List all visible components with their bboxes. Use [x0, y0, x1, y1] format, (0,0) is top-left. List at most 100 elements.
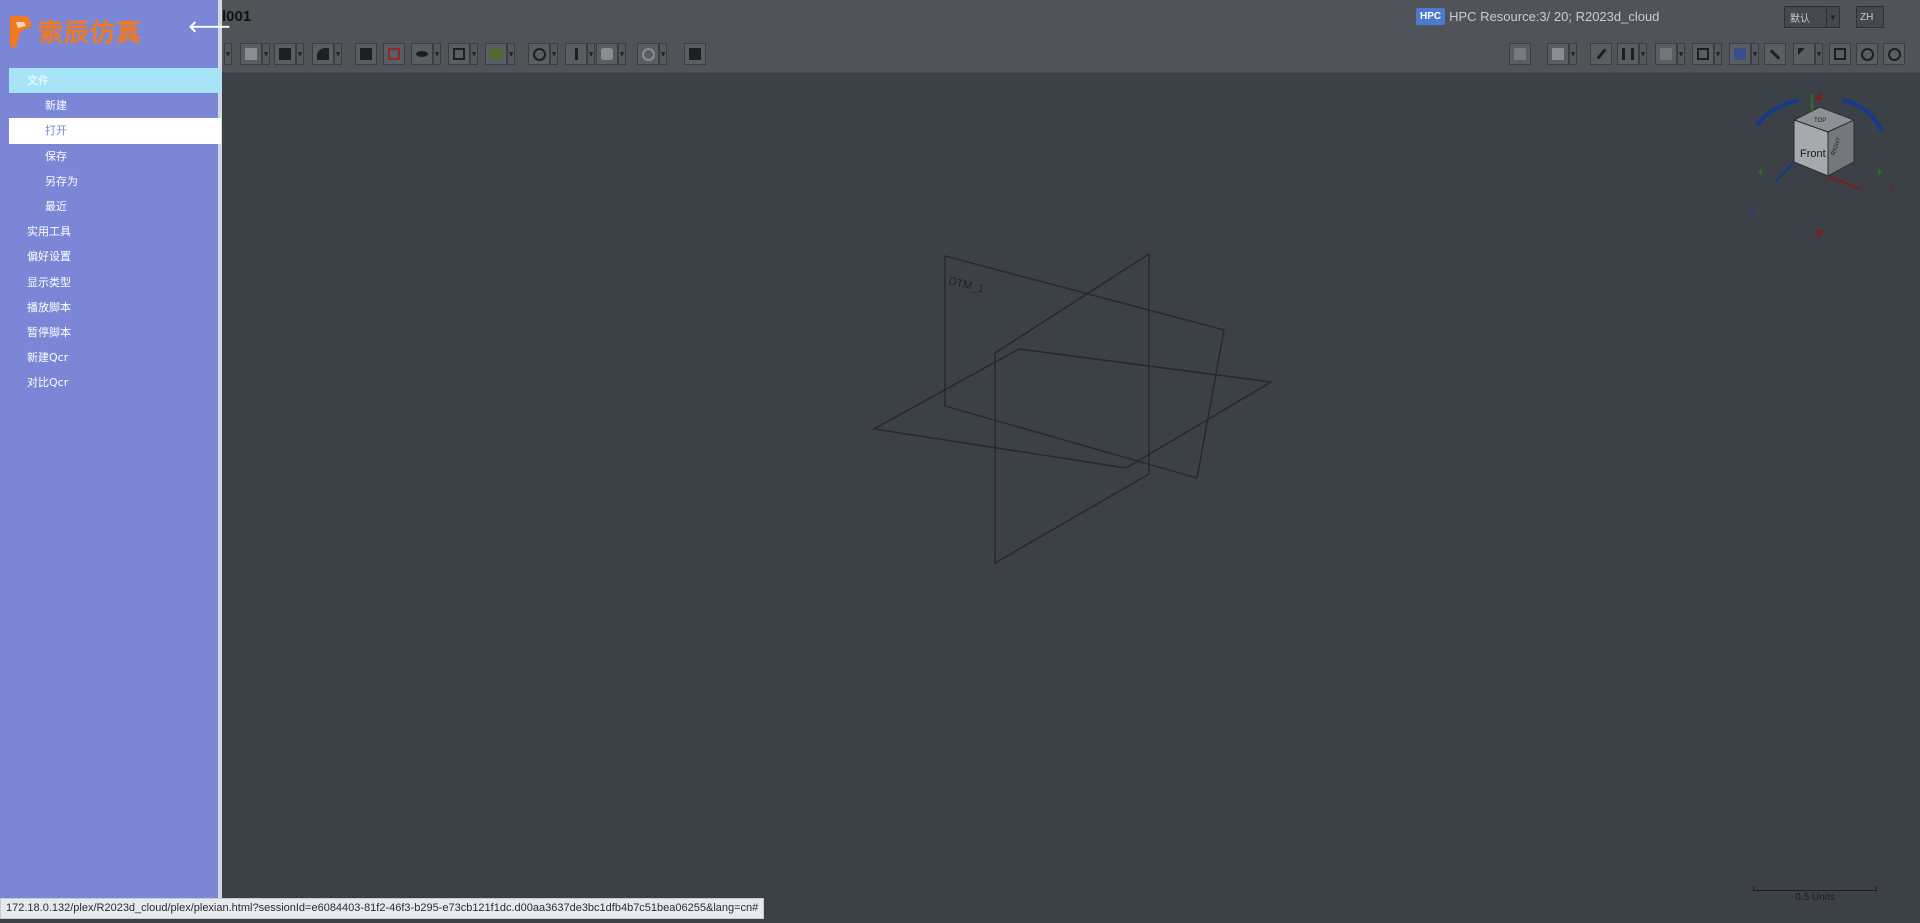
dropdown-icon[interactable]: ▼	[618, 43, 626, 65]
search-button[interactable]	[528, 43, 550, 65]
app-header: l001 HPC HPC Resource:3/ 20; R2023d_clou…	[0, 0, 1920, 34]
rotate-left-arrow-icon[interactable]	[1755, 98, 1800, 127]
left-arrow-icon[interactable]	[1758, 168, 1762, 176]
cube-top-label: TOP	[1814, 118, 1826, 124]
shading-button[interactable]	[312, 43, 334, 65]
box-button[interactable]	[1655, 43, 1677, 65]
dropdown-icon[interactable]: ▼	[470, 43, 478, 65]
search-icon	[533, 48, 546, 61]
select-button[interactable]	[1793, 43, 1815, 65]
scale-bar: 0.5 Units	[1753, 886, 1877, 903]
measure-button[interactable]	[565, 43, 587, 65]
dropdown-icon[interactable]: ▼	[334, 43, 342, 65]
dropdown-icon[interactable]: ▼	[659, 43, 667, 65]
script-button[interactable]	[684, 43, 706, 65]
logo-text: 索辰仿真	[38, 18, 143, 47]
layer-button[interactable]	[1547, 43, 1569, 65]
layer-icon	[1552, 48, 1564, 60]
menu-item-label: 显示类型	[27, 275, 71, 289]
menu-item-display-type[interactable]: 显示类型	[9, 270, 221, 295]
multi-grid-icon	[490, 48, 502, 60]
menu-item-file[interactable]: 文件	[9, 68, 221, 94]
menu-item-label: 打开	[45, 124, 67, 138]
grid-toggle-button[interactable]	[1509, 43, 1531, 65]
menu-item-label: 文件	[27, 74, 49, 87]
menu-item-pause-script[interactable]: 暂停脚本	[9, 320, 221, 345]
dropdown-icon[interactable]: ▼	[587, 43, 595, 65]
file-menu-sidebar: 索辰仿真 🡐 文件 新建 打开 保存 另存为 最近 实用工具 偏好设置 显示类型…	[0, 0, 231, 919]
hpc-resource-text: HPC Resource:3/ 20; R2023d_cloud	[1449, 8, 1660, 24]
menu-item-utilities[interactable]: 实用工具	[9, 219, 221, 244]
dropdown-icon[interactable]: ▼	[262, 43, 270, 65]
cube-view-button[interactable]	[240, 43, 262, 65]
menu-item-recent[interactable]: 最近	[9, 194, 221, 219]
menu-item-label: 对比Qcr	[27, 376, 69, 390]
dropdown-icon[interactable]: ▼	[1751, 43, 1759, 65]
dropdown-icon[interactable]: ▼	[433, 43, 441, 65]
down-arrow-icon[interactable]	[1815, 230, 1823, 238]
dropdown-icon[interactable]: ▼	[224, 43, 232, 65]
import-button[interactable]	[355, 43, 377, 65]
language-select[interactable]: ZH	[1856, 6, 1884, 28]
gear-icon	[642, 48, 655, 61]
overlap-squares-icon	[279, 48, 291, 60]
view-cube[interactable]: Front TOP RIGHT x z	[1750, 92, 1895, 238]
menu-item-label: 另存为	[45, 174, 78, 188]
cube-icon	[245, 48, 257, 60]
menu-item-new-qcr[interactable]: 新建Qcr	[9, 345, 221, 370]
fit-view-button[interactable]	[1829, 43, 1851, 65]
fit-view-icon	[1834, 48, 1846, 60]
view-mode-select[interactable]: 默认 ▼	[1784, 6, 1840, 28]
zoom-in-icon	[1861, 48, 1874, 61]
menu-item-compare-qcr[interactable]: 对比Qcr	[9, 370, 221, 395]
copy-icon	[453, 48, 465, 60]
ruler-button[interactable]	[1764, 43, 1786, 65]
menu-item-preferences[interactable]: 偏好设置	[9, 244, 221, 269]
menu-item-label: 播放脚本	[27, 300, 71, 314]
copy-button[interactable]	[448, 43, 470, 65]
menu-item-save-as[interactable]: 另存为	[9, 169, 221, 194]
menu-item-open[interactable]: 打开	[9, 118, 221, 144]
up-arrow-icon[interactable]	[1815, 92, 1823, 100]
dropdown-icon[interactable]: ▼	[296, 43, 304, 65]
dropdown-icon[interactable]: ▼	[1714, 43, 1722, 65]
hpc-status: HPC HPC Resource:3/ 20; R2023d_cloud	[1416, 5, 1659, 27]
grid-layout-button[interactable]	[383, 43, 405, 65]
scale-bar-label: 0.5 Units	[1795, 892, 1835, 903]
zoom-in-button[interactable]	[1856, 43, 1878, 65]
menu-item-label: 实用工具	[27, 225, 71, 239]
language-value: ZH	[1860, 11, 1874, 23]
grid-red-icon	[388, 48, 400, 60]
sliders-icon	[1622, 48, 1634, 60]
dropdown-icon[interactable]: ▼	[507, 43, 515, 65]
arrow-left-icon[interactable]: 🡐	[188, 16, 231, 36]
zoom-out-button[interactable]	[1883, 43, 1905, 65]
menu-item-save[interactable]: 保存	[9, 144, 221, 169]
component-button[interactable]	[1692, 43, 1714, 65]
dropdown-icon[interactable]: ▼	[550, 43, 558, 65]
dropdown-icon[interactable]: ▼	[1569, 43, 1577, 65]
adjust-button[interactable]	[1617, 43, 1639, 65]
datum-plane-top	[871, 348, 1274, 469]
right-arrow-icon[interactable]	[1878, 168, 1882, 176]
dropdown-icon[interactable]: ▼	[1639, 43, 1647, 65]
settings-button[interactable]	[637, 43, 659, 65]
3d-viewport[interactable]: DTM_1 Front TOP RIGHT x z	[222, 72, 1920, 919]
dropdown-icon[interactable]: ▼	[1815, 43, 1823, 65]
menu-item-label: 暂停脚本	[27, 325, 71, 339]
info-button[interactable]	[1729, 43, 1751, 65]
transform-button[interactable]	[596, 43, 618, 65]
menu-item-new[interactable]: 新建	[9, 93, 221, 118]
axis-z-label: z	[1750, 206, 1755, 216]
transform-icon	[601, 48, 613, 60]
display-style-button[interactable]	[274, 43, 296, 65]
main-toolbar: ▼ ▼ ▼ ▼ ▼ ▼ ▼ ▼ ▼ ▼ ▼ ▼ ▼ ▼ ▼ ▼ ▼	[0, 34, 1920, 73]
menu-item-label: 保存	[45, 149, 67, 163]
hpc-badge[interactable]: HPC	[1416, 7, 1446, 25]
menu-item-play-script[interactable]: 播放脚本	[9, 295, 221, 320]
pen-button[interactable]	[1590, 43, 1612, 65]
ellipse-button[interactable]	[411, 43, 433, 65]
multi-view-button[interactable]	[485, 43, 507, 65]
menu-item-label: 最近	[45, 199, 67, 213]
dropdown-icon[interactable]: ▼	[1677, 43, 1685, 65]
